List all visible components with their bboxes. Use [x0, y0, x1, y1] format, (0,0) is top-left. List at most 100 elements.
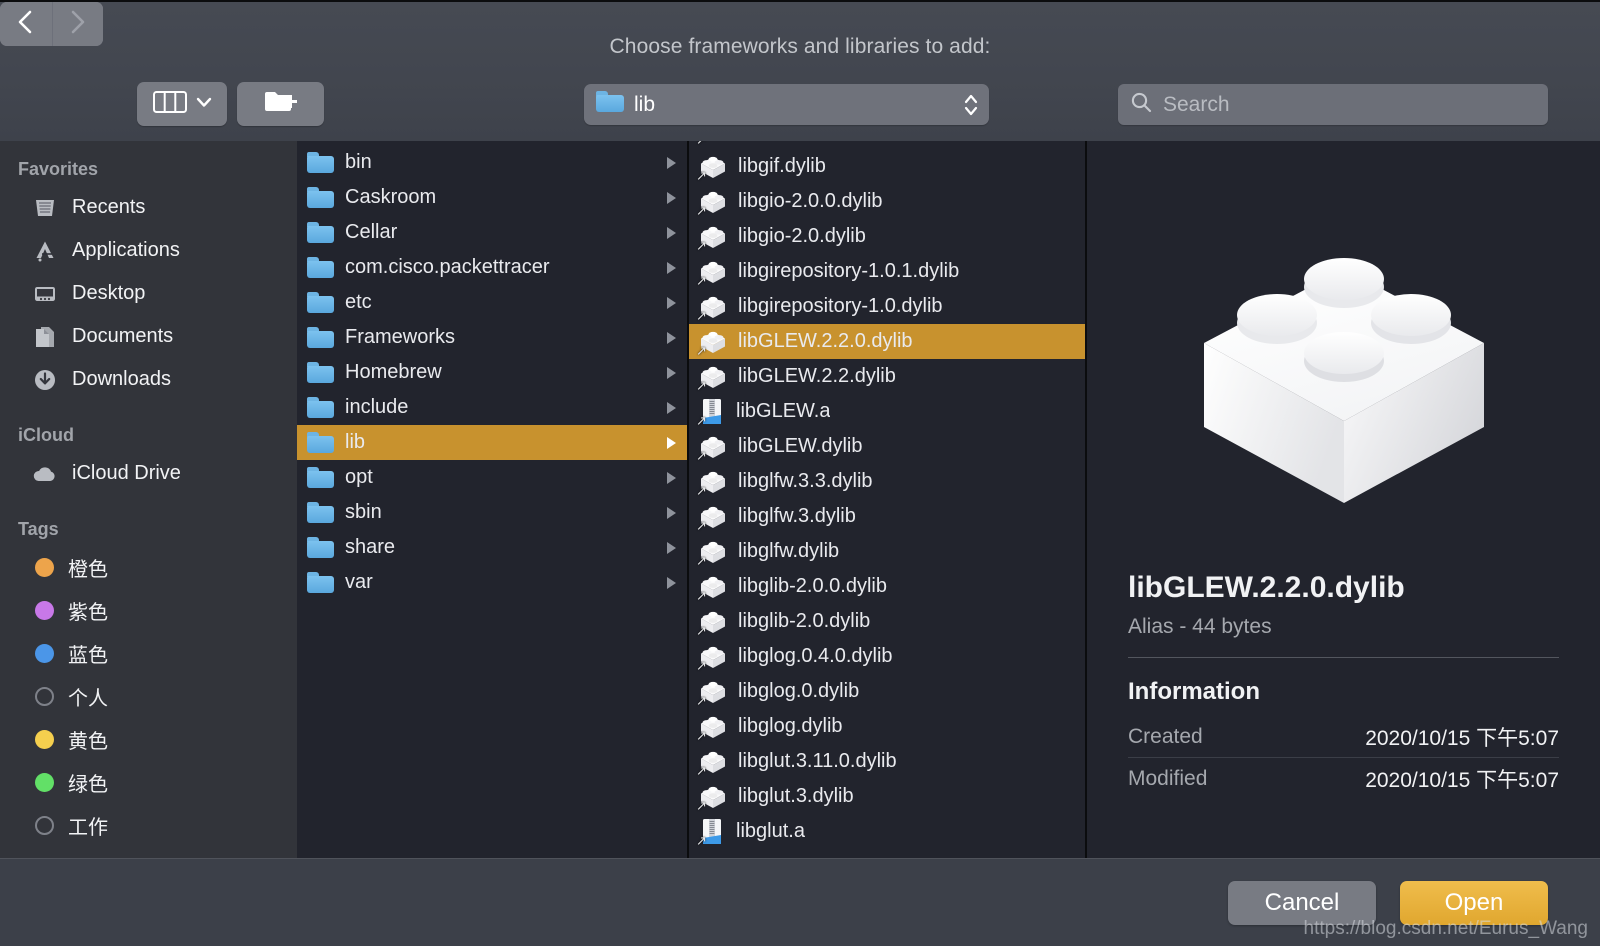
dylib-brick-icon: ↗: [696, 783, 727, 813]
dylib-brick-icon: ↗: [696, 538, 727, 568]
tag-dot-icon: [35, 730, 54, 749]
folder-row[interactable]: opt: [297, 460, 687, 495]
file-row[interactable]: ↗ libglfw.3.3.dylib: [689, 464, 1085, 499]
sidebar-item-绿色[interactable]: 绿色: [0, 761, 297, 804]
folder-row-label: lib: [345, 431, 366, 453]
file-row[interactable]: ↗ libglfw.3.dylib: [689, 499, 1085, 534]
archive-a-icon: ↗: [696, 398, 725, 427]
sidebar: Favorites Recents Applications Desktop Docum…: [0, 141, 297, 858]
alias-arrow-icon: ↗: [696, 728, 707, 743]
sidebar-item-label: Applications: [72, 239, 180, 261]
folder-row[interactable]: var: [297, 565, 687, 600]
search-placeholder: Search: [1163, 92, 1230, 116]
file-row[interactable]: ↗ libgirepository-1.0.1.dylib: [689, 254, 1085, 289]
sidebar-item-applications[interactable]: Applications: [0, 229, 297, 272]
sidebar-item-desktop[interactable]: Desktop: [0, 272, 297, 315]
preview-file-name: libGLEW.2.2.0.dylib: [1128, 571, 1405, 604]
file-row[interactable]: ↗ libglut.3.11.0.dylib: [689, 744, 1085, 779]
preview-info-list: Created 2020/10/15 下午5:07 Modified 2020/10/…: [1115, 716, 1572, 800]
alias-arrow-icon: ↗: [696, 833, 707, 848]
file-row-label: libglog.0.4.0.dylib: [738, 645, 893, 667]
folder-icon: [596, 91, 624, 118]
file-row[interactable]: ↗ libglfw.dylib: [689, 534, 1085, 569]
file-row-label: libglfw.3.3.dylib: [738, 470, 873, 492]
file-row[interactable]: ↗ libGLEW.a: [689, 394, 1085, 429]
folder-row-label: Cellar: [345, 221, 398, 243]
file-row-label: libglib-2.0.0.dylib: [738, 575, 887, 597]
folder-column[interactable]: bin Caskroom Cellar com.cisco.packettracer e…: [297, 141, 689, 858]
folder-row-label: sbin: [345, 501, 382, 523]
alias-arrow-icon: ↗: [696, 308, 707, 323]
folder-row[interactable]: etc: [297, 285, 687, 320]
file-row[interactable]: ↗ libgirepository-1.0.dylib: [689, 289, 1085, 324]
alias-arrow-icon: ↗: [696, 553, 707, 568]
sidebar-item-个人[interactable]: 个人: [0, 675, 297, 718]
dylib-brick-icon: ↗: [696, 153, 727, 182]
file-column[interactable]: ↗ ↗ libgif.dylib ↗ libgio-2.0.0.dylib ↗ libgio…: [689, 141, 1087, 858]
info-row: Modified 2020/10/15 下午5:07: [1128, 758, 1559, 800]
dialog-toolbar: Choose frameworks and libraries to add:: [0, 0, 1600, 141]
sidebar-item-label: 绿色: [68, 774, 108, 796]
tag-dot-icon: [35, 558, 54, 577]
file-row[interactable]: ↗ libgif.dylib: [689, 149, 1085, 184]
folder-row[interactable]: share: [297, 530, 687, 565]
sidebar-section-header: iCloud: [18, 425, 74, 445]
path-popup-button[interactable]: lib: [584, 84, 989, 125]
file-row[interactable]: ↗ libGLEW.2.2.0.dylib: [689, 324, 1085, 359]
sidebar-item-label: Desktop: [72, 282, 146, 304]
sidebar-item-蓝色[interactable]: 蓝色: [0, 632, 297, 675]
alias-arrow-icon: ↗: [696, 798, 707, 813]
sidebar-item-icloud-drive[interactable]: iCloud Drive: [0, 452, 297, 495]
disclosure-arrow-icon: [667, 191, 676, 204]
file-row[interactable]: ↗ libglog.0.dylib: [689, 674, 1085, 709]
folder-row[interactable]: lib: [297, 425, 687, 460]
alias-arrow-icon: ↗: [696, 588, 707, 603]
alias-arrow-icon: ↗: [696, 273, 707, 288]
file-row[interactable]: ↗ libglib-2.0.0.dylib: [689, 569, 1085, 604]
sidebar-item-documents[interactable]: Documents: [0, 315, 297, 358]
file-row-label: libGLEW.2.2.dylib: [738, 365, 896, 387]
folder-row[interactable]: Cellar: [297, 215, 687, 250]
sidebar-item-工作[interactable]: 工作: [0, 804, 297, 847]
folder-icon: [307, 432, 334, 453]
sidebar-item-紫色[interactable]: 紫色: [0, 589, 297, 632]
file-row[interactable]: ↗ libglog.dylib: [689, 709, 1085, 744]
folder-row[interactable]: Frameworks: [297, 320, 687, 355]
preview-section-title: Information: [1128, 678, 1260, 705]
file-row-label: libglog.0.dylib: [738, 680, 860, 702]
file-row[interactable]: ↗ libglut.3.dylib: [689, 779, 1085, 814]
file-row[interactable]: ↗ libGLEW.dylib: [689, 429, 1085, 464]
new-folder-button[interactable]: [237, 82, 324, 126]
folder-row[interactable]: Caskroom: [297, 180, 687, 215]
folder-icon: [307, 397, 334, 418]
file-row[interactable]: ↗ libgio-2.0.0.dylib: [689, 184, 1085, 219]
documents-icon: [32, 324, 58, 350]
new-folder-icon: [263, 88, 299, 121]
info-value: 2020/10/15 下午5:07: [1365, 726, 1559, 750]
folder-row-label: include: [345, 396, 409, 418]
cancel-button[interactable]: Cancel: [1228, 880, 1376, 925]
file-row[interactable]: ↗ libglut.a: [689, 814, 1085, 849]
open-button[interactable]: Open: [1400, 880, 1548, 925]
file-row-label: libglog.dylib: [738, 715, 843, 737]
folder-row[interactable]: com.cisco.packettracer: [297, 250, 687, 285]
file-row[interactable]: ↗ libGLEW.2.2.dylib: [689, 359, 1085, 394]
sidebar-item-橙色[interactable]: 橙色: [0, 546, 297, 589]
file-row[interactable]: ↗ libglog.0.4.0.dylib: [689, 639, 1085, 674]
sidebar-item-downloads[interactable]: Downloads: [0, 358, 297, 401]
file-row[interactable]: ↗ libglib-2.0.dylib: [689, 604, 1085, 639]
folder-row[interactable]: include: [297, 390, 687, 425]
search-field[interactable]: Search: [1118, 84, 1548, 125]
sidebar-item-黄色[interactable]: 黄色: [0, 718, 297, 761]
disclosure-arrow-icon: [667, 436, 676, 449]
folder-row[interactable]: sbin: [297, 495, 687, 530]
folder-row[interactable]: bin: [297, 145, 687, 180]
folder-row-label: Homebrew: [345, 361, 442, 383]
path-popup-value: lib: [634, 92, 656, 116]
sidebar-item-recents[interactable]: Recents: [0, 186, 297, 229]
folder-icon: [307, 572, 334, 593]
view-mode-button[interactable]: [137, 82, 227, 126]
file-row[interactable]: ↗ libgio-2.0.dylib: [689, 219, 1085, 254]
folder-row[interactable]: Homebrew: [297, 355, 687, 390]
up-down-stepper-icon[interactable]: [963, 92, 979, 118]
